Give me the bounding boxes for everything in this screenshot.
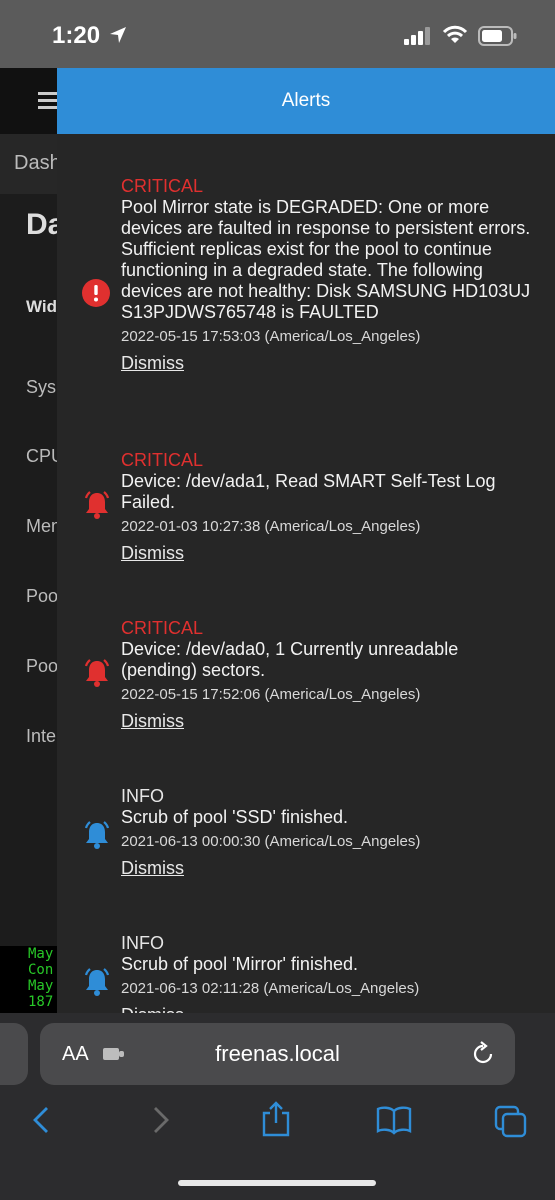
cellular-signal-icon [404,27,430,45]
widget-item-pool-1: Poo [26,586,59,606]
bell-icon [84,968,110,996]
console-output: May Con May 187 [0,946,60,1013]
breadcrumb: Dash [14,152,61,174]
alert-content: CRITICAL Device: /dev/ada1, Read SMART S… [121,450,531,564]
battery-icon [478,26,517,46]
widget-item-pool-2: Poo [26,656,59,676]
alerts-title: Alerts [281,90,331,111]
error-circle-icon [82,279,110,307]
alert-message: Pool Mirror state is DEGRADED: One or mo… [121,197,531,322]
home-indicator [178,1180,376,1186]
bookmarks-icon[interactable] [376,1105,412,1135]
widget-label: Wid [26,297,58,316]
dismiss-button[interactable]: Dismiss [121,543,184,564]
alerts-header: Alerts [57,68,555,134]
dismiss-button[interactable]: Dismiss [121,1005,184,1013]
alert-content: CRITICAL Pool Mirror state is DEGRADED: … [121,176,531,374]
console-line: May [28,978,54,994]
status-time: 1:20 [52,22,101,49]
bell-icon [84,821,110,849]
share-icon[interactable] [260,1101,292,1137]
forward-icon[interactable] [150,1105,172,1135]
alert-message: Device: /dev/ada0, 1 Currently unreadabl… [121,639,459,680]
alert-message: Scrub of pool 'Mirror' finished. [121,954,358,974]
alert-level: INFO [121,933,164,953]
alert-message: Scrub of pool 'SSD' finished. [121,807,348,827]
dismiss-button[interactable]: Dismiss [121,711,184,732]
dismiss-button[interactable]: Dismiss [121,858,184,879]
alert-content: INFO Scrub of pool 'Mirror' finished. 20… [121,933,531,1013]
alerts-panel: Alerts CRITICAL Pool Mirror state is DEG… [57,68,555,1013]
alert-timestamp: 2022-05-15 17:52:06 (America/Los_Angeles… [121,686,421,703]
alert-timestamp: 2022-01-03 10:27:38 (America/Los_Angeles… [121,518,421,535]
widget-item-system: Sys [26,377,57,397]
console-line: Con [28,962,54,978]
browser-toolbar: AA freenas.local [0,1013,555,1200]
alert-level: CRITICAL [121,450,204,470]
alert-timestamp: 2021-06-13 02:11:28 (America/Los_Angeles… [121,980,420,997]
bell-icon [84,659,110,687]
location-arrow-icon [110,27,126,43]
alert-timestamp: 2022-05-15 17:53:03 (America/Los_Angeles… [121,328,421,345]
console-line: May [28,946,54,962]
dismiss-button[interactable]: Dismiss [121,353,184,374]
previous-tab-preview[interactable] [0,1023,28,1085]
status-bar: 1:20 [0,0,555,68]
reload-icon[interactable] [470,1041,496,1067]
alert-content: CRITICAL Device: /dev/ada0, 1 Currently … [121,618,531,732]
back-icon[interactable] [30,1105,52,1135]
alert-message: Device: /dev/ada1, Read SMART Self-Test … [121,471,496,512]
tabs-icon[interactable] [494,1105,528,1139]
alert-level: INFO [121,786,164,806]
bell-icon [84,491,110,519]
alert-timestamp: 2021-06-13 00:00:30 (America/Los_Angeles… [121,833,421,850]
wifi-icon [442,25,468,43]
alert-level: CRITICAL [121,176,204,196]
widget-item-interface: Inte [26,726,57,746]
url-text[interactable]: freenas.local [40,1041,515,1067]
console-line: 187 [28,994,54,1010]
address-bar[interactable]: AA freenas.local [40,1023,515,1085]
alert-content: INFO Scrub of pool 'SSD' finished. 2021-… [121,786,531,879]
alert-level: CRITICAL [121,618,204,638]
